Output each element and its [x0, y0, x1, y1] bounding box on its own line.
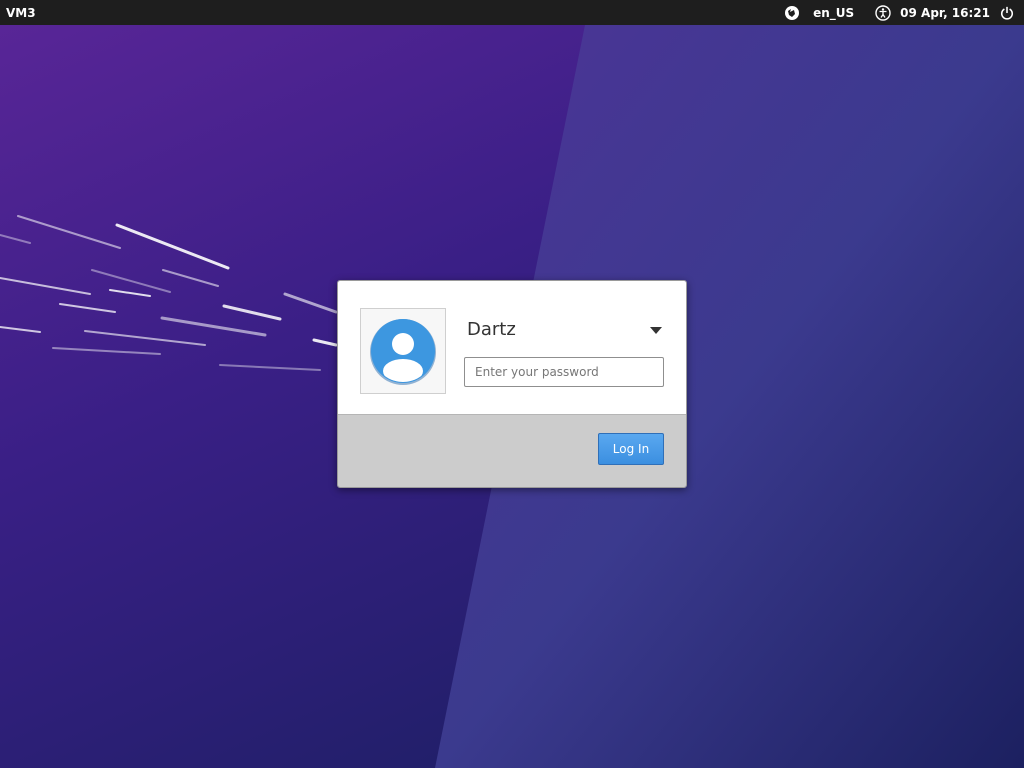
login-dialog-body: Dartz: [338, 281, 686, 414]
panel-indicators: en_US 09 Apr, 16:21: [783, 4, 1016, 22]
triangle-down-icon: [650, 327, 662, 334]
user-avatar: [360, 308, 446, 394]
user-select-dropdown[interactable]: [648, 323, 664, 339]
power-icon[interactable]: [998, 4, 1016, 22]
top-panel: VM3 en_US 09 Apr, 16:21: [0, 0, 1024, 25]
host-name: VM3: [6, 5, 36, 20]
accessibility-icon[interactable]: [874, 4, 892, 22]
user-avatar-icon: [370, 319, 436, 385]
user-name: Dartz: [467, 319, 516, 340]
login-dialog: Dartz Log In: [337, 280, 687, 488]
login-screen: VM3 en_US 09 Apr, 16:21 Dartz Log In: [0, 0, 1024, 768]
password-input[interactable]: [464, 357, 664, 387]
log-in-button[interactable]: Log In: [598, 433, 664, 465]
session-indicator-icon[interactable]: [783, 4, 801, 22]
login-dialog-footer: Log In: [338, 414, 686, 487]
datetime-indicator[interactable]: 09 Apr, 16:21: [900, 6, 990, 20]
keyboard-layout-indicator[interactable]: en_US: [813, 6, 854, 20]
